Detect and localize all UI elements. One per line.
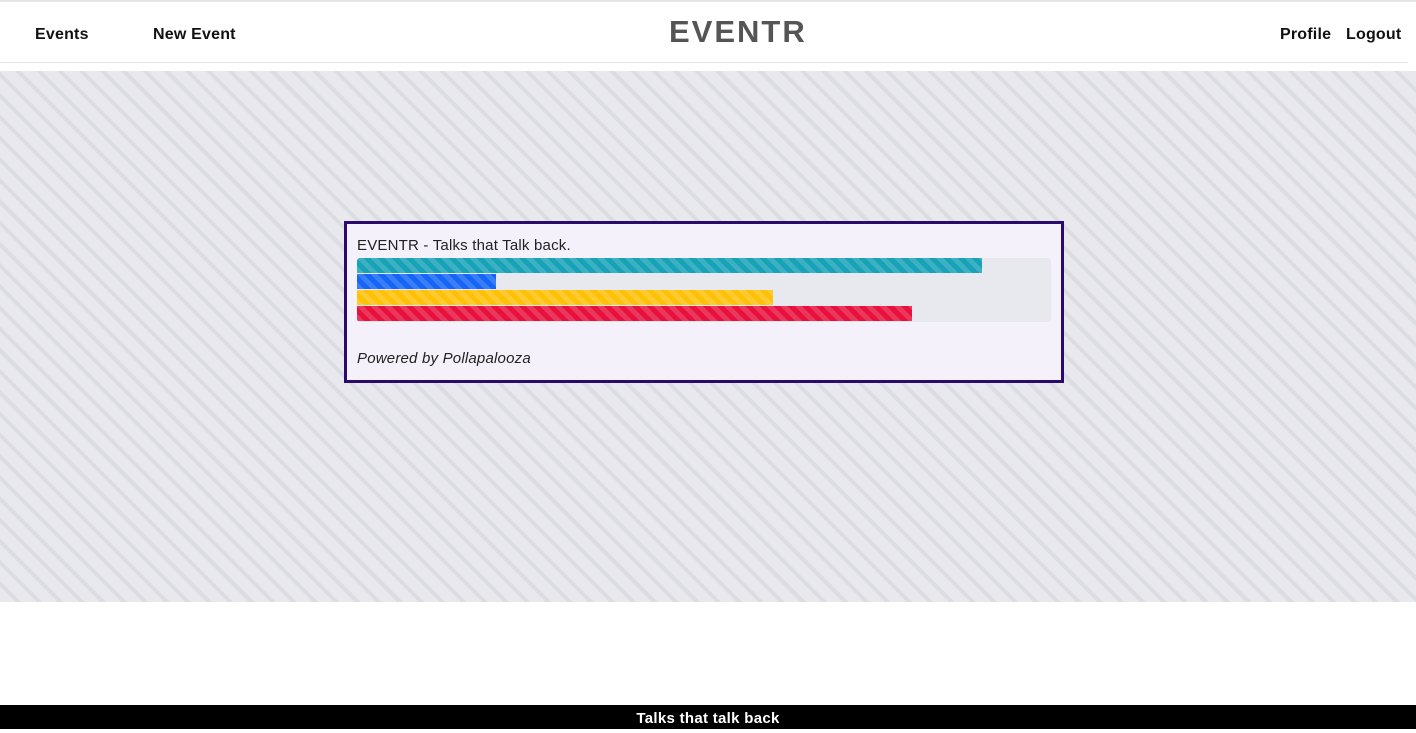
nav-events-link[interactable]: Events <box>35 26 89 44</box>
poll-result-bar <box>357 274 496 289</box>
poll-result-bar <box>357 258 982 273</box>
nav-logout-link[interactable]: Logout <box>1346 26 1401 44</box>
poll-result-bar <box>357 306 912 321</box>
navbar: Events New Event EVENTR Profile Logout <box>0 2 1408 63</box>
brand-logo[interactable]: EVENTR <box>669 14 807 50</box>
footer: Talks that talk back <box>0 705 1416 729</box>
poll-result-bar <box>357 290 773 305</box>
poll-results <box>357 258 1051 322</box>
nav-new-event-link[interactable]: New Event <box>153 26 236 44</box>
nav-profile-link[interactable]: Profile <box>1280 26 1331 44</box>
poll-widget: EVENTR - Talks that Talk back. Powered b… <box>344 221 1064 383</box>
powered-by-text: Powered by Pollapalooza <box>357 350 531 367</box>
poll-title: EVENTR - Talks that Talk back. <box>357 237 571 254</box>
